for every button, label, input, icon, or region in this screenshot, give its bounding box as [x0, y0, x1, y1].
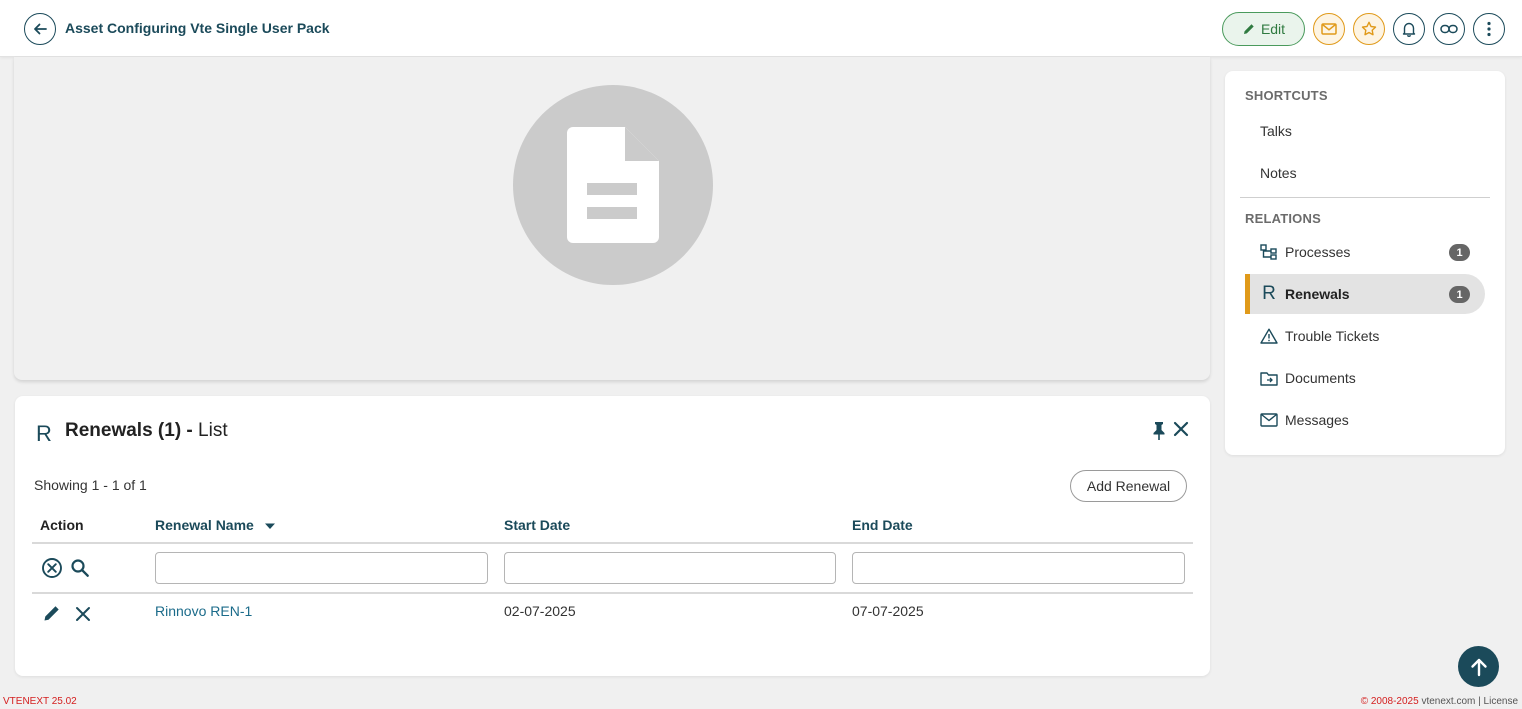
link-button[interactable] [1433, 13, 1465, 45]
shortcut-notes[interactable]: Notes [1260, 165, 1297, 181]
copyright-footer: © 2008-2025 vtenext.com | License [1361, 696, 1518, 707]
sort-desc-icon [264, 523, 275, 529]
panel-title-main: Renewals (1) - [65, 420, 193, 441]
column-header-renewal-name[interactable]: Renewal Name [155, 517, 276, 533]
top-bar: Asset Configuring Vte Single User Pack E… [0, 0, 1522, 57]
pencil-icon [1243, 24, 1254, 34]
favorite-button[interactable] [1353, 13, 1385, 45]
back-button[interactable] [24, 13, 56, 45]
shortcut-talks[interactable]: Talks [1260, 123, 1292, 139]
relation-renewals-label: Renewals [1285, 286, 1350, 302]
delete-row-icon[interactable] [75, 606, 91, 622]
clear-filter-icon[interactable] [41, 557, 63, 579]
copyright-text: © 2008-2025 [1360, 696, 1419, 707]
relation-renewals[interactable]: R Renewals 1 [1245, 274, 1485, 314]
edit-row-pencil-icon[interactable] [42, 603, 62, 623]
start-date-cell: 02-07-2025 [504, 603, 576, 619]
link-icon [1440, 24, 1458, 34]
folder-icon [1259, 371, 1279, 386]
shortcuts-heading: SHORTCUTS [1245, 88, 1328, 103]
column-header-start-date[interactable]: Start Date [504, 517, 570, 533]
panel-title-suffix: List [198, 420, 228, 441]
relation-documents[interactable]: Documents [1245, 358, 1485, 398]
relation-trouble-tickets[interactable]: Trouble Tickets [1245, 316, 1485, 356]
column-header-action: Action [40, 517, 84, 533]
relations-heading: RELATIONS [1245, 211, 1321, 226]
footer-separator: | [1478, 696, 1481, 707]
processes-icon [1259, 244, 1279, 260]
pagination-info: Showing 1 - 1 of 1 [34, 477, 147, 493]
column-header-end-date[interactable]: End Date [852, 517, 913, 533]
count-badge: 1 [1449, 244, 1470, 261]
renewals-module-icon: R [36, 421, 52, 446]
version-label: VTENEXT 25.02 [3, 696, 77, 707]
count-badge: 1 [1449, 286, 1470, 303]
star-icon [1361, 21, 1377, 36]
relation-processes[interactable]: Processes 1 [1245, 232, 1485, 272]
envelope-icon [1321, 23, 1337, 35]
page-title: Asset Configuring Vte Single User Pack [65, 20, 330, 36]
end-date-cell: 07-07-2025 [852, 603, 924, 619]
panel-title: Renewals (1) - List [65, 420, 228, 442]
warning-icon [1259, 328, 1279, 344]
relation-messages-label: Messages [1285, 412, 1349, 428]
bell-icon [1402, 22, 1416, 37]
renewal-name-link[interactable]: Rinnovo REN-1 [155, 603, 252, 619]
relation-processes-label: Processes [1285, 244, 1351, 260]
column-header-renewal-name-label: Renewal Name [155, 517, 254, 533]
header-divider [32, 542, 1193, 544]
edit-button[interactable]: Edit [1222, 12, 1305, 46]
notifications-button[interactable] [1393, 13, 1425, 45]
filter-start-date-input[interactable] [504, 552, 836, 584]
right-sidebar: SHORTCUTS Talks Notes RELATIONS Processe… [1225, 71, 1505, 455]
envelope-icon [1259, 413, 1279, 427]
filter-renewal-name-input[interactable] [155, 552, 488, 584]
email-button[interactable] [1313, 13, 1345, 45]
filter-divider [32, 592, 1193, 594]
arrow-up-icon [1470, 658, 1487, 676]
license-link[interactable]: License [1484, 696, 1518, 707]
scroll-to-top-button[interactable] [1458, 646, 1499, 687]
document-icon [567, 127, 659, 243]
relation-trouble-tickets-label: Trouble Tickets [1285, 328, 1380, 344]
search-icon[interactable] [70, 558, 90, 578]
site-link[interactable]: vtenext.com [1421, 696, 1475, 707]
record-avatar [513, 85, 713, 285]
kebab-menu-icon [1487, 21, 1491, 37]
pin-icon[interactable] [1151, 421, 1167, 446]
sidebar-divider [1240, 197, 1490, 198]
add-renewal-button[interactable]: Add Renewal [1070, 470, 1187, 502]
more-options-button[interactable] [1473, 13, 1505, 45]
arrow-left-icon [34, 23, 47, 35]
close-panel-icon[interactable] [1173, 421, 1189, 442]
renewals-r-icon: R [1262, 283, 1276, 304]
relation-documents-label: Documents [1285, 370, 1356, 386]
record-image-area [14, 57, 1210, 380]
edit-label: Edit [1260, 21, 1286, 37]
filter-end-date-input[interactable] [852, 552, 1185, 584]
relation-messages[interactable]: Messages [1245, 400, 1485, 440]
renewals-list-panel: R Renewals (1) - List Showing 1 - 1 of 1… [15, 396, 1210, 676]
